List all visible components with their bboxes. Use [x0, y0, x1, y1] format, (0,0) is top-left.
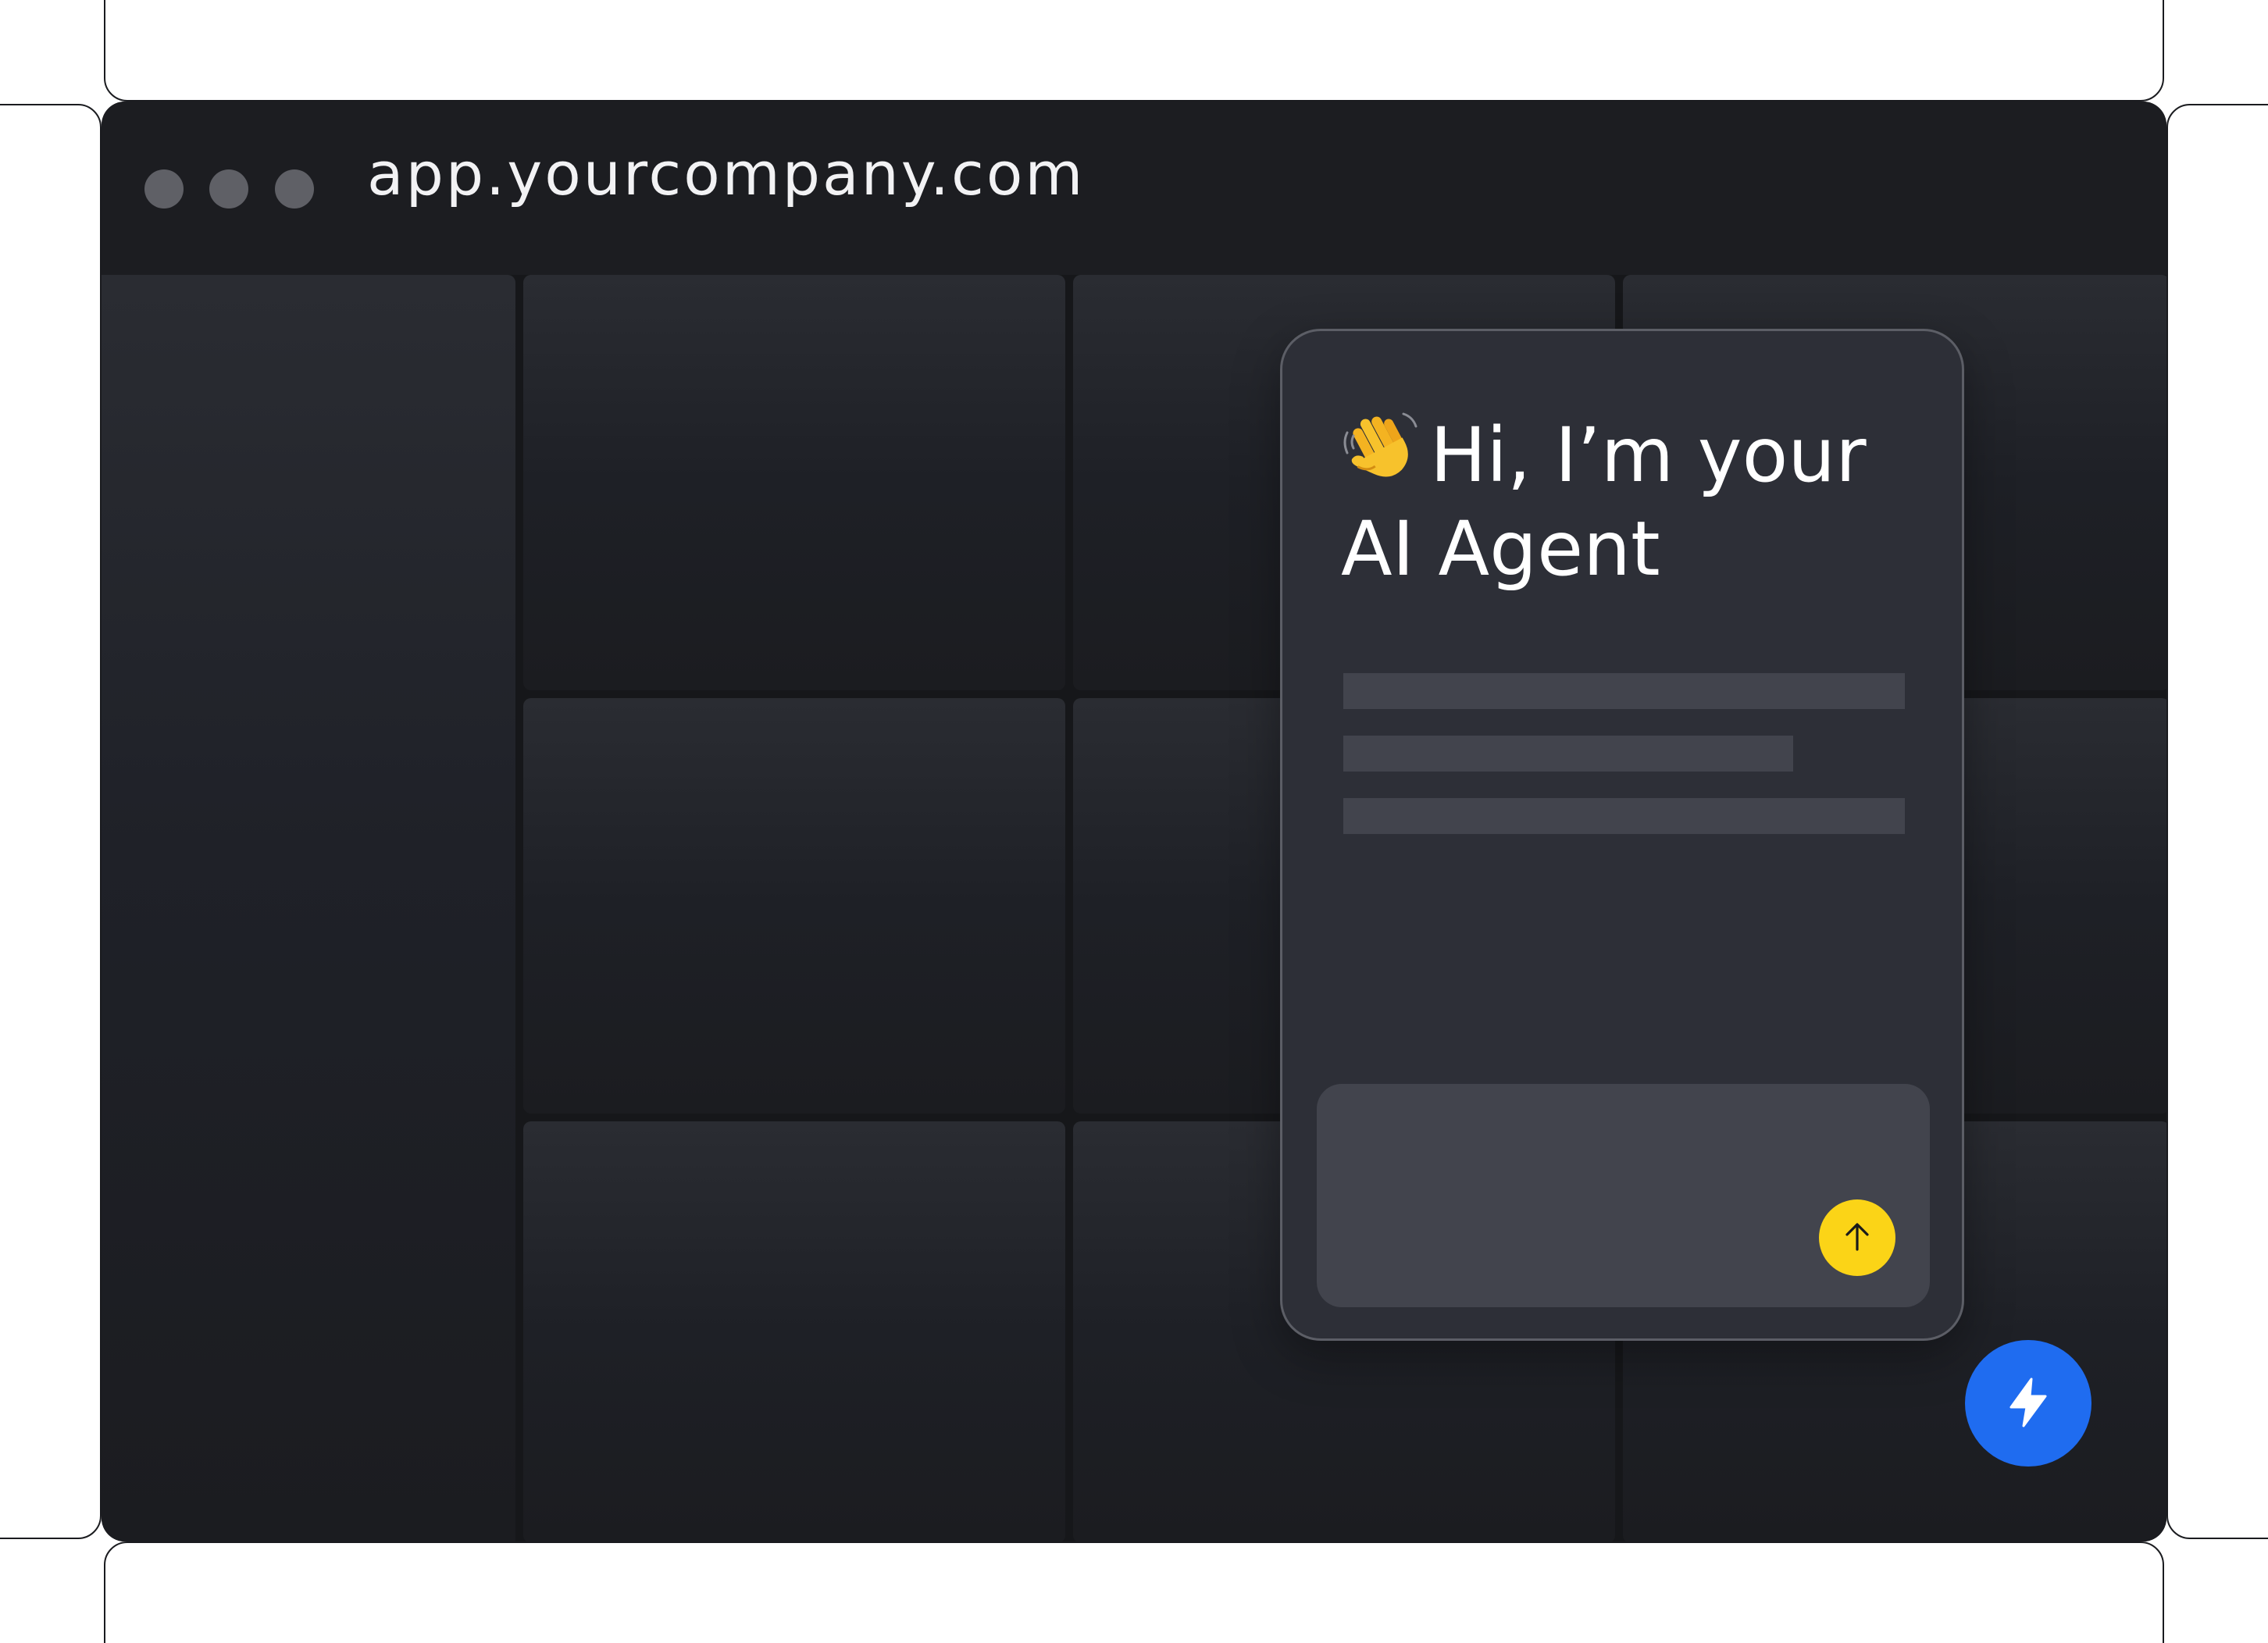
ai-agent-chat-widget: Hi, I’m your AI Agent	[1280, 329, 1964, 1341]
frame-right-outline	[2166, 104, 2268, 1539]
frame-left-outline	[0, 104, 102, 1539]
send-button[interactable]	[1819, 1199, 1895, 1276]
placeholder-card	[523, 275, 1065, 690]
sidebar-placeholder	[102, 275, 515, 1541]
greeting-heading: Hi, I’m your AI Agent	[1341, 409, 1903, 593]
window-control-dot[interactable]	[275, 169, 314, 208]
window-control-dot[interactable]	[209, 169, 248, 208]
skeleton-text-line	[1343, 736, 1793, 772]
frame-bottom-outline	[104, 1541, 2164, 1643]
waving-hand-icon	[1341, 409, 1419, 505]
skeleton-text-line	[1343, 673, 1905, 709]
greeting-text: Hi, I’m your AI Agent	[1341, 412, 1867, 593]
lightning-bolt-icon	[2000, 1374, 2056, 1433]
frame-top-outline	[104, 0, 2164, 102]
address-bar-url[interactable]: app.yourcompany.com	[367, 136, 1085, 213]
browser-titlebar: app.yourcompany.com	[102, 102, 2166, 275]
window-control-dot[interactable]	[144, 169, 184, 208]
placeholder-card	[523, 1121, 1065, 1541]
arrow-up-icon	[1838, 1217, 1877, 1259]
placeholder-card	[523, 698, 1065, 1114]
message-composer[interactable]	[1317, 1084, 1930, 1307]
chat-launcher-button[interactable]	[1965, 1340, 2091, 1467]
page: app.yourcompany.com Hi, I’m your AI Agen…	[0, 0, 2268, 1643]
skeleton-text-line	[1343, 798, 1905, 834]
